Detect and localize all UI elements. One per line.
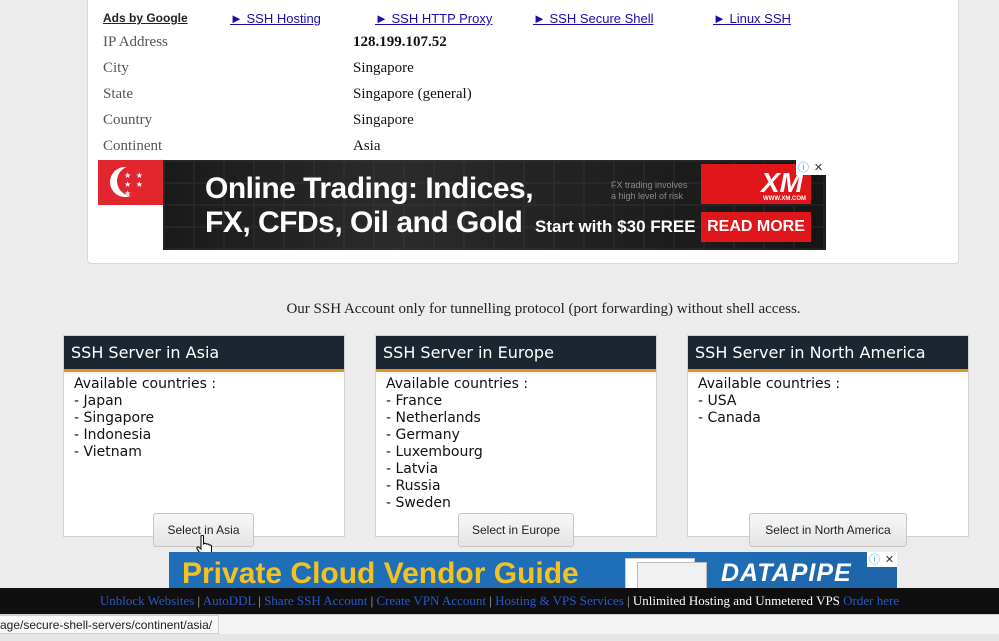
ad-close-icon[interactable]: ✕: [882, 552, 897, 567]
footer-link-order-here[interactable]: Order here: [843, 593, 899, 608]
available-countries-label: Available countries :: [74, 376, 217, 392]
available-countries-label: Available countries :: [386, 376, 529, 392]
card-title: SSH Server in North America: [688, 336, 968, 372]
state-label: State: [103, 86, 133, 102]
country-item: - Indonesia: [74, 427, 152, 443]
country-item: - Canada: [698, 410, 761, 426]
available-countries-label: Available countries :: [698, 376, 841, 392]
xm-url: WWW.XM.COM: [763, 196, 806, 202]
city-label: City: [103, 60, 129, 76]
country-item: - Singapore: [74, 410, 155, 426]
ad-headline: Online Trading: Indices, FX, CFDs, Oil a…: [205, 172, 534, 239]
adchoices-info-icon[interactable]: ⓘ: [796, 160, 811, 175]
ip-address-label: IP Address: [103, 34, 168, 50]
separator: |: [197, 593, 201, 608]
ads-by-google-label[interactable]: Ads by Google: [103, 11, 188, 25]
country-item: - Russia: [386, 478, 441, 494]
country-value: Singapore: [353, 112, 414, 128]
adchoices-info-icon[interactable]: ⓘ: [867, 552, 882, 567]
footer-bar: Unblock Websites | AutoDDL | Share SSH A…: [0, 588, 999, 614]
ssh-notice-text: Our SSH Account only for tunnelling prot…: [286, 301, 801, 317]
ad-link-ssh-http-proxy[interactable]: ► SSH HTTP Proxy: [375, 11, 492, 26]
server-card-europe: SSH Server in Europe Available countries…: [375, 335, 657, 537]
footer-link-share-ssh[interactable]: Share SSH Account: [264, 593, 367, 608]
country-item: - Netherlands: [386, 410, 481, 426]
city-value: Singapore: [353, 60, 414, 76]
ad-link-ssh-hosting[interactable]: ► SSH Hosting: [230, 11, 321, 26]
read-more-button[interactable]: READ MORE: [701, 212, 811, 242]
datapipe-ad-banner[interactable]: Private Cloud Vendor Guide DATAPIPE: [169, 552, 897, 589]
card-title: SSH Server in Europe: [376, 336, 656, 372]
singapore-flag-icon: ★ ★ ★ ★ ★: [98, 160, 163, 250]
country-item: - Luxembourg: [386, 444, 483, 460]
trading-ad-banner[interactable]: Online Trading: Indices, FX, CFDs, Oil a…: [163, 160, 826, 250]
status-bar-bottom: [0, 634, 999, 641]
separator: |: [627, 593, 630, 608]
footer-link-autoddl[interactable]: AutoDDL: [203, 593, 255, 608]
country-item: - France: [386, 393, 443, 409]
footer-link-hosting-vps[interactable]: Hosting & VPS Services: [495, 593, 624, 608]
continent-label: Continent: [103, 138, 163, 154]
footer-text-unlimited-hosting: Unlimited Hosting and Unmetered VPS: [632, 593, 840, 608]
country-item: - USA: [698, 393, 737, 409]
state-value: Singapore (general): [353, 86, 472, 102]
ad-headline: Private Cloud Vendor Guide: [182, 557, 579, 589]
select-europe-button[interactable]: Select in Europe: [458, 513, 574, 547]
footer-link-unblock-websites[interactable]: Unblock Websites: [100, 593, 194, 608]
datapipe-logo: DATAPIPE: [721, 559, 852, 587]
server-card-asia: SSH Server in Asia Available countries :…: [63, 335, 345, 537]
separator: |: [370, 593, 374, 608]
country-item: - Sweden: [386, 495, 451, 511]
footer-link-create-vpn[interactable]: Create VPN Account: [376, 593, 486, 608]
continent-value: Asia: [353, 138, 381, 154]
ad-risk-text: FX trading involves a high level of risk: [611, 180, 688, 201]
country-item: - Germany: [386, 427, 460, 443]
card-title: SSH Server in Asia: [64, 336, 344, 372]
ad-cta-text: Start with $30 FREE: [535, 217, 696, 236]
status-url-text: age/secure-shell-servers/continent/asia/: [0, 615, 220, 634]
ad-link-ssh-secure-shell[interactable]: ► SSH Secure Shell: [533, 11, 654, 26]
country-item: - Japan: [74, 393, 123, 409]
separator: |: [489, 593, 492, 608]
country-label: Country: [103, 112, 153, 128]
ad-link-linux-ssh[interactable]: ► Linux SSH: [713, 11, 791, 26]
country-item: - Vietnam: [74, 444, 142, 460]
server-card-north-america: SSH Server in North America Available co…: [687, 335, 969, 537]
ad-close-icon[interactable]: ✕: [811, 160, 826, 175]
select-north-america-button[interactable]: Select in North America: [749, 513, 907, 547]
separator: |: [258, 593, 261, 608]
country-item: - Latvia: [386, 461, 439, 477]
document-icon: [637, 562, 707, 589]
ip-address-value: 128.199.107.52: [353, 34, 447, 50]
